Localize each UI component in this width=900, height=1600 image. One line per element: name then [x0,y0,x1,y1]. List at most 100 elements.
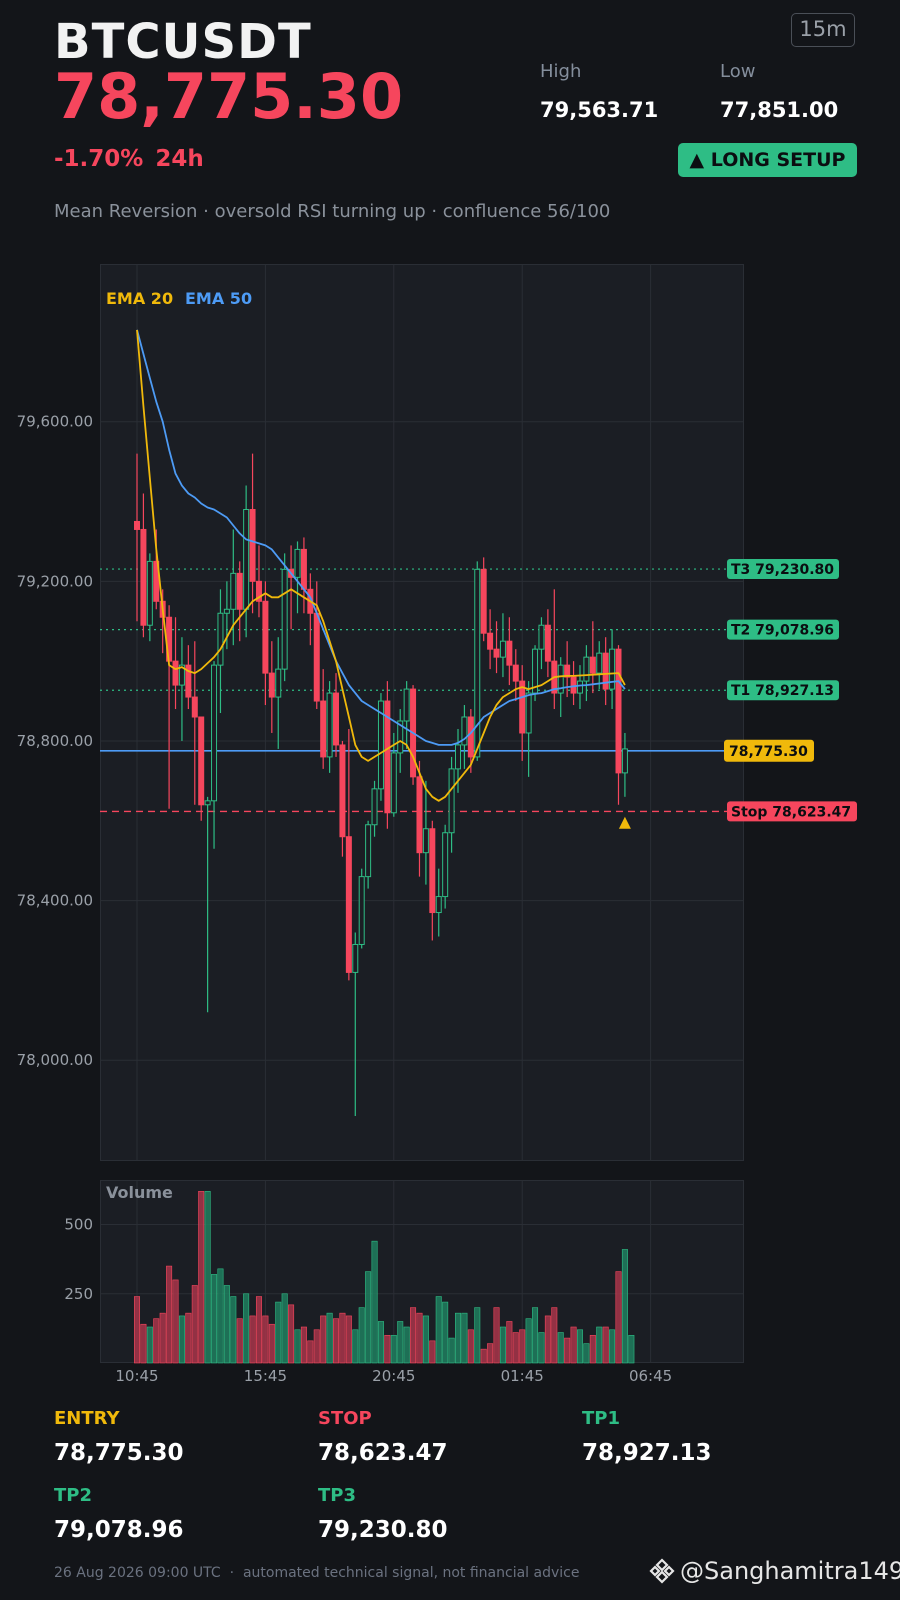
volume-bar [589,1335,596,1364]
volume-bar [467,1329,474,1364]
candle-body [621,748,628,774]
volume-bar [474,1307,481,1364]
level-lines [100,568,744,813]
volume-bar [512,1332,519,1364]
volume-bar [198,1191,205,1364]
level-label-tp1: TP1 [582,1408,620,1429]
candle-body [487,632,494,650]
volume-bar [487,1343,494,1364]
candle-body [416,776,423,854]
candle-body [281,568,288,670]
volume-bar [134,1296,141,1364]
candle-body [140,528,147,626]
level-label-stop: STOP [318,1408,372,1429]
volume-bar [628,1335,635,1364]
candle-body [525,692,532,734]
level-value-tp1: 78,927.13 [582,1440,712,1466]
volume-bar [191,1285,198,1364]
volume-bar [300,1326,307,1364]
volume-bar [583,1343,590,1364]
footer-separator: · [229,1565,235,1581]
volume-bar [307,1340,314,1364]
candle-body [570,676,577,694]
volume-bar [153,1318,160,1364]
volume-bar [275,1301,282,1364]
candle-body [615,648,622,774]
volume-bar [461,1312,468,1364]
price-tag-value: 78,775.30 [729,744,808,760]
candle-body [365,824,372,878]
volume-bars [134,1191,635,1364]
volume-bar [217,1268,224,1364]
volume-bar [281,1293,288,1364]
y-tick-label: 78,000.00 [17,1051,93,1069]
level-tag-t1: T1 78,927.13 [731,683,834,699]
candle-body [474,568,481,758]
volume-bar [596,1326,603,1364]
volume-bar [185,1312,192,1364]
candle-body [512,664,519,682]
volume-bar [313,1329,320,1364]
level-label-tp2: TP2 [54,1485,92,1506]
volume-bar [384,1335,391,1364]
volume-bar [499,1326,506,1364]
candle-body [326,692,333,758]
candle-body [583,656,590,682]
volume-bar [551,1307,558,1364]
volume-bar [255,1296,262,1364]
candle-body [480,568,487,634]
y-tick-label: 79,600.00 [17,413,93,431]
candle-body [236,572,243,610]
volume-bar [442,1301,449,1364]
legend-ema20: EMA 20 [106,289,173,308]
volume-bar [525,1318,532,1364]
level-label-tp3: TP3 [318,1485,356,1506]
level-value-stop: 78,623.47 [318,1440,448,1466]
volume-bar [146,1326,153,1364]
volume-bar [532,1307,539,1364]
volume-bar [576,1329,583,1364]
legend-ema50: EMA 50 [185,289,252,308]
chart-svg: 78,000.00 78,400.00 78,800.00 79,200.00 79,6… [17,264,857,1385]
candle-body [506,640,513,666]
volume-bar [236,1318,243,1364]
candle-body [596,652,603,674]
y-tick-label: 78,400.00 [17,892,93,910]
volume-bar [506,1321,513,1364]
y-tick-label: 250 [64,1285,93,1303]
candle-body [467,716,474,758]
candle-body [204,800,211,806]
volume-bar [172,1279,179,1364]
volume-bar [371,1240,378,1364]
volume-bar [602,1326,609,1364]
y-tick-label: 79,200.00 [17,572,93,590]
volume-bar [416,1312,423,1364]
x-tick-label: 20:45 [372,1367,415,1385]
level-tags: T3 79,230.80 T2 79,078.96 T1 78,927.13 Stop… [724,559,857,822]
volume-bar [352,1329,359,1364]
volume-bar [166,1265,173,1364]
volume-bar [326,1312,333,1364]
volume-bar [454,1312,461,1364]
buy-marker-triangle [618,816,631,829]
volume-bar [570,1326,577,1364]
volume-bar [557,1332,564,1364]
candle-body [294,548,301,578]
y-tick-label: 78,800.00 [17,732,93,750]
volume-bar [178,1315,185,1364]
footer-timestamp: 26 Aug 2026 09:00 UTC [54,1565,221,1581]
candle-body [198,716,205,806]
candle-body [223,608,230,614]
volume-bar [223,1285,230,1364]
volume-bar [358,1307,365,1364]
x-tick-label: 10:45 [115,1367,158,1385]
candle-body [333,692,340,746]
candle-body [339,744,346,838]
candle-body [352,943,359,973]
footer-note: 26 Aug 2026 09:00 UTC · automated techni… [54,1565,579,1581]
volume-bar [268,1323,275,1364]
volume-bar [493,1307,500,1364]
volume-bar [538,1332,545,1364]
volume-bar [204,1191,211,1364]
level-tag-stop: Stop 78,623.47 [731,804,851,820]
